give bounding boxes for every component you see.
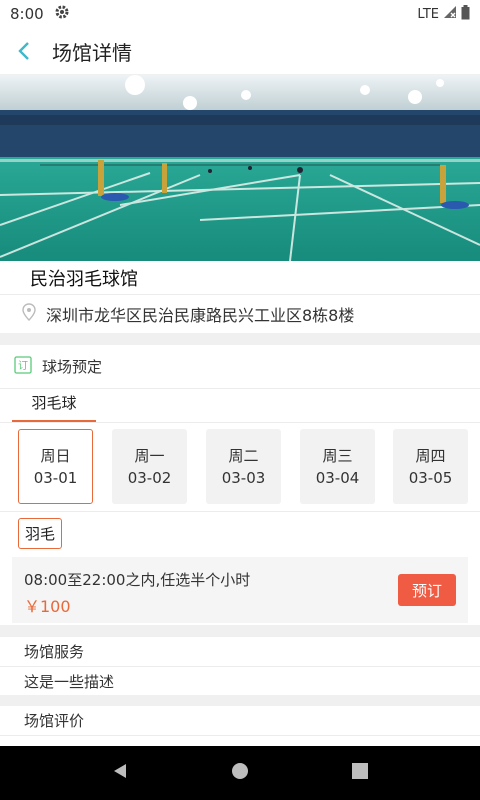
slot-price: ￥100 — [24, 597, 71, 616]
page-title: 场馆详情 — [52, 40, 132, 65]
time-slot-card: 08:00至22:00之内,任选半个小时 ￥100 预订 — [12, 557, 468, 623]
services-description: 这是一些描述 — [24, 672, 115, 691]
status-time: 8:00 — [10, 5, 44, 23]
court-type-chip[interactable]: 羽毛 — [18, 518, 62, 549]
reviews-title: 场馆评价 — [0, 706, 480, 736]
date-weekday: 周一 — [134, 446, 165, 465]
date-value: 03-02 — [127, 468, 172, 487]
booking-title: 球场预定 — [42, 358, 103, 376]
date-option[interactable]: 周日 03-01 — [18, 429, 93, 504]
venue-info: 民治羽毛球馆 深圳市龙华区民治民康路民兴工业区8栋8楼 — [0, 261, 480, 333]
venue-reviews: 场馆评价 — [0, 706, 480, 746]
status-bar: 8:00 LTE — [0, 0, 480, 28]
venue-photo — [0, 75, 480, 261]
back-button[interactable] — [0, 28, 48, 74]
date-weekday: 周二 — [228, 446, 259, 465]
nav-home-icon[interactable] — [231, 762, 249, 784]
date-option[interactable]: 周二 03-03 — [206, 429, 281, 504]
date-option[interactable]: 周一 03-02 — [112, 429, 187, 504]
back-arrow-icon — [18, 42, 29, 60]
venue-services: 场馆服务 这是一些描述 — [0, 637, 480, 695]
services-title: 场馆服务 — [0, 637, 480, 667]
system-nav-bar — [0, 746, 480, 800]
date-weekday: 周四 — [415, 446, 446, 465]
nav-recents-icon[interactable] — [351, 762, 369, 784]
date-option[interactable]: 周四 03-05 — [393, 429, 468, 504]
venue-name: 民治羽毛球馆 — [0, 261, 480, 295]
app-bar: 场馆详情 — [0, 28, 480, 74]
booking-header: 订 球场预定 — [0, 345, 480, 389]
gear-icon — [54, 4, 70, 24]
svg-text:订: 订 — [18, 360, 28, 372]
signal-icon — [443, 5, 457, 23]
battery-icon — [461, 4, 470, 24]
date-picker: 周日 03-01 周一 03-02 周二 03-03 周三 03-04 周四 0… — [0, 429, 480, 507]
slot-description: 08:00至22:00之内,任选半个小时 — [24, 571, 251, 589]
book-button[interactable]: 预订 — [398, 574, 456, 606]
booking-section: 订 球场预定 羽毛球 周日 03-01 周一 03-02 周二 03-03 周三… — [0, 345, 480, 625]
date-value: 03-04 — [315, 468, 360, 487]
venue-address: 深圳市龙华区民治民康路民兴工业区8栋8楼 — [46, 306, 355, 325]
divider — [0, 511, 480, 512]
tab-badminton[interactable]: 羽毛球 — [12, 392, 96, 422]
date-value: 03-01 — [33, 468, 78, 487]
venue-address-row[interactable]: 深圳市龙华区民治民康路民兴工业区8栋8楼 — [0, 295, 480, 333]
date-value: 03-05 — [408, 468, 453, 487]
date-value: 03-03 — [221, 468, 266, 487]
network-type: LTE — [417, 6, 439, 22]
booking-icon: 订 — [14, 355, 32, 378]
nav-back-icon[interactable] — [111, 762, 129, 784]
sport-tabs: 羽毛球 — [0, 389, 480, 423]
location-pin-icon — [22, 303, 36, 325]
date-weekday: 周三 — [322, 446, 353, 465]
date-weekday: 周日 — [40, 446, 71, 465]
date-option[interactable]: 周三 03-04 — [300, 429, 375, 504]
